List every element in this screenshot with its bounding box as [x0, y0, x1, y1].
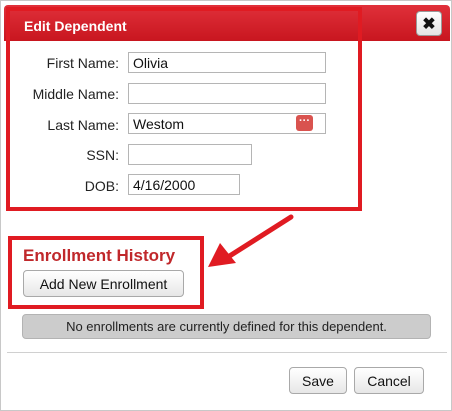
lookup-dots-icon[interactable]: ··· [296, 115, 313, 131]
empty-enrollments-notice: No enrollments are currently defined for… [22, 314, 431, 339]
cancel-button[interactable]: Cancel [354, 367, 424, 394]
edit-dependent-dialog: Edit Dependent ✖ First Name: Middle Name… [0, 0, 452, 411]
middle-name-input[interactable] [128, 83, 326, 104]
footer-divider [7, 352, 447, 353]
middle-name-label: Middle Name: [32, 86, 119, 102]
cancel-label: Cancel [367, 372, 411, 389]
ssn-input[interactable] [128, 144, 252, 165]
dob-label: DOB: [84, 178, 119, 194]
save-button[interactable]: Save [289, 367, 347, 394]
add-new-enrollment-label: Add New Enrollment [39, 275, 168, 292]
close-button[interactable]: ✖ [416, 11, 442, 36]
save-label: Save [302, 372, 334, 389]
dob-input[interactable] [128, 174, 240, 195]
ssn-label: SSN: [86, 147, 119, 163]
last-name-label: Last Name: [47, 117, 119, 133]
first-name-label: First Name: [46, 55, 119, 71]
empty-enrollments-text: No enrollments are currently defined for… [66, 319, 387, 334]
annotation-arrow-icon [208, 214, 294, 267]
add-new-enrollment-button[interactable]: Add New Enrollment [23, 270, 184, 297]
enrollment-history-title: Enrollment History [23, 246, 176, 265]
close-icon: ✖ [422, 15, 436, 33]
first-name-input[interactable] [128, 52, 326, 73]
